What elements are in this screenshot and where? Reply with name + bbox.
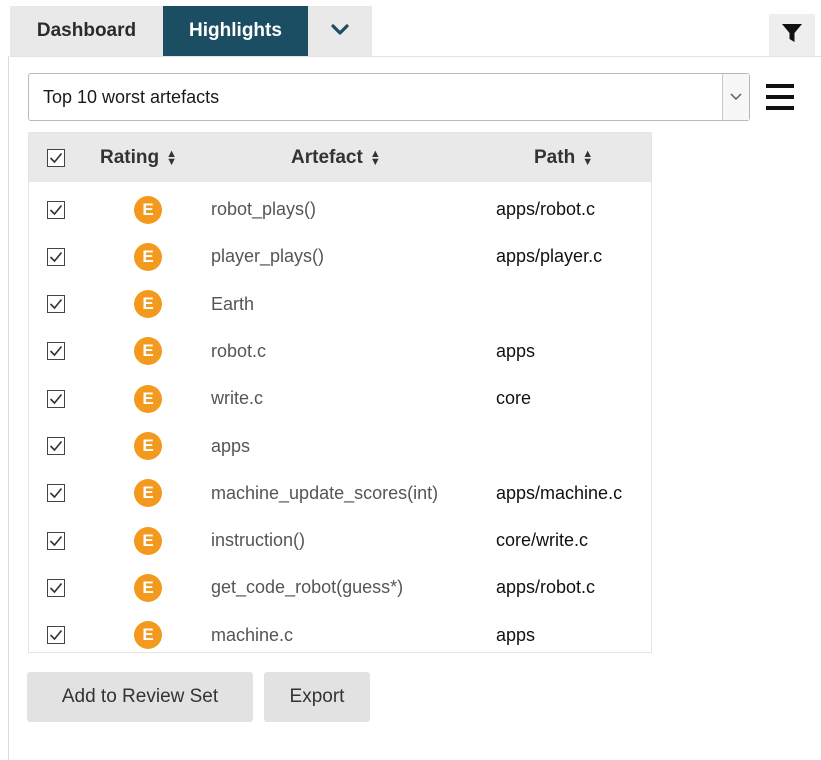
artefact-link[interactable]: machine.c — [211, 612, 293, 659]
table-row[interactable]: Eget_code_robot(guess*) apps/robot.c — [29, 564, 651, 611]
artefacts-table: Rating ▲ ▼ Artefact ▲ ▼ Path ▲ ▼ Erobot_pla… — [28, 132, 652, 653]
rating-cell: E — [134, 281, 162, 328]
artefact-link[interactable]: instruction() — [211, 517, 305, 564]
hamburger-menu-icon[interactable] — [766, 84, 794, 110]
row-checkbox[interactable] — [47, 295, 65, 314]
table-row[interactable]: Eplayer_plays() apps/player.c — [29, 233, 651, 280]
rating-badge: E — [134, 479, 162, 508]
column-header-rating[interactable]: Rating ▲ ▼ — [100, 133, 177, 182]
row-checkbox-cell — [47, 423, 65, 470]
highlights-panel: Dashboard Highlights Top 10 worst artefa… — [0, 0, 821, 760]
tab-bar: Dashboard Highlights — [10, 6, 372, 56]
table-header: Rating ▲ ▼ Artefact ▲ ▼ Path ▲ ▼ — [29, 133, 651, 182]
tab-more-dropdown[interactable] — [308, 6, 372, 56]
rating-cell: E — [134, 328, 162, 375]
column-header-path[interactable]: Path ▲ ▼ — [534, 133, 593, 182]
rating-badge: E — [134, 384, 162, 413]
table-row[interactable]: Eapps — [29, 423, 651, 470]
select-all-checkbox[interactable] — [47, 148, 65, 167]
filter-button[interactable] — [769, 14, 815, 56]
table-row[interactable]: Emachine_update_scores(int) apps/machine.… — [29, 470, 651, 517]
artefact-link[interactable]: Earth — [211, 281, 254, 328]
row-checkbox-cell — [47, 233, 65, 280]
artefact-link[interactable]: get_code_robot(guess*) — [211, 564, 403, 611]
row-checkbox[interactable] — [47, 531, 65, 550]
rating-badge: E — [134, 621, 162, 650]
path-cell: apps/robot.c — [496, 199, 596, 219]
row-checkbox[interactable] — [47, 437, 65, 455]
artefact-link[interactable]: write.c — [211, 375, 263, 422]
highlight-definition-select[interactable]: Top 10 worst artefacts — [28, 73, 750, 121]
rating-cell: E — [134, 564, 162, 611]
column-label: Rating — [100, 146, 160, 168]
row-checkbox-cell — [47, 612, 65, 659]
select-value: Top 10 worst artefacts — [43, 86, 220, 107]
artefact-link[interactable]: robot.c — [211, 328, 266, 375]
row-checkbox[interactable] — [47, 578, 65, 597]
path-cell: apps — [496, 340, 536, 361]
rating-badge: E — [134, 432, 162, 460]
tab-dashboard[interactable]: Dashboard — [10, 6, 163, 56]
path-cell: apps — [496, 624, 536, 645]
sort-icon: ▲ ▼ — [369, 147, 381, 168]
column-label: Path — [534, 146, 576, 168]
row-checkbox-cell — [47, 470, 65, 517]
row-checkbox-cell — [47, 281, 65, 328]
rating-cell: E — [134, 470, 162, 517]
sort-icon: ▲ ▼ — [166, 147, 177, 168]
rating-cell: E — [134, 517, 162, 564]
column-header-artefact[interactable]: Artefact ▲ ▼ — [291, 133, 381, 182]
rating-cell: E — [134, 375, 162, 422]
chevron-down-icon — [331, 20, 349, 42]
rating-cell: E — [134, 233, 162, 280]
tab-highlights[interactable]: Highlights — [163, 6, 308, 56]
select-all-cell — [47, 133, 65, 182]
row-checkbox[interactable] — [47, 247, 65, 266]
table-row[interactable]: E Earth — [29, 281, 651, 328]
panel-border — [8, 56, 9, 760]
table-row[interactable]: Einstruction() core/write.c — [29, 517, 651, 564]
sort-icon: ▲ ▼ — [582, 147, 594, 168]
row-checkbox-cell — [47, 375, 65, 422]
row-checkbox-cell — [47, 517, 65, 564]
rating-badge: E — [134, 195, 162, 224]
rating-cell: E — [134, 186, 162, 233]
rating-badge: E — [134, 526, 162, 555]
row-checkbox-cell — [47, 328, 65, 375]
artefact-link[interactable]: player_plays() — [211, 233, 324, 280]
rating-badge: E — [134, 337, 162, 366]
path-cell: core/write.c — [496, 530, 589, 551]
table-row[interactable]: Erobot.c apps — [29, 328, 651, 375]
artefact-link[interactable]: apps — [211, 423, 250, 470]
filter-icon — [781, 22, 803, 49]
row-checkbox[interactable] — [47, 342, 65, 361]
row-checkbox[interactable] — [47, 626, 65, 645]
row-checkbox[interactable] — [47, 200, 65, 219]
rating-badge: E — [134, 573, 162, 602]
row-checkbox[interactable] — [47, 484, 65, 503]
table-row[interactable]: Erobot_plays() apps/robot.c — [29, 186, 651, 233]
add-to-review-set-button[interactable]: Add to Review Set — [27, 672, 253, 722]
table-row[interactable]: Emachine.c apps — [29, 612, 651, 659]
row-checkbox[interactable] — [47, 389, 65, 408]
artefact-link[interactable]: machine_update_scores(int) — [211, 470, 438, 517]
path-cell: apps/robot.c — [496, 577, 596, 598]
path-cell: core — [496, 388, 532, 409]
table-row[interactable]: Ewrite.c core — [29, 375, 651, 422]
rating-badge: E — [134, 290, 162, 319]
artefact-link[interactable]: robot_plays() — [211, 186, 316, 233]
row-checkbox-cell — [47, 564, 65, 611]
row-checkbox-cell — [47, 186, 65, 233]
rating-cell: E — [134, 423, 162, 470]
rating-cell: E — [134, 612, 162, 659]
export-button[interactable]: Export — [264, 672, 370, 722]
rating-badge: E — [134, 242, 162, 271]
chevron-down-icon[interactable] — [722, 74, 749, 120]
tab-divider — [10, 56, 821, 57]
path-cell: apps/player.c — [496, 246, 603, 267]
column-label: Artefact — [291, 146, 363, 168]
path-cell: apps/machine.c — [496, 482, 623, 503]
